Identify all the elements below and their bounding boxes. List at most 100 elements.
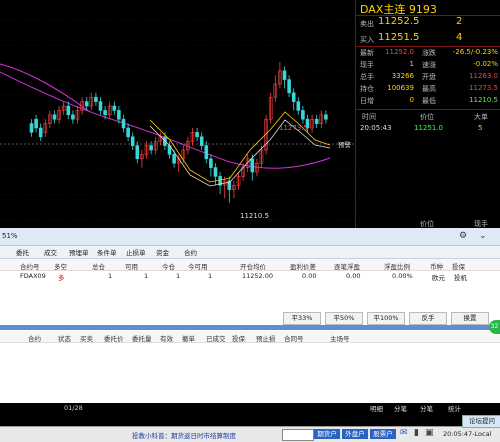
column-header: 可用 [125,263,138,271]
candle-body [250,158,255,173]
tab-contracts[interactable]: 合约 [184,247,197,257]
stats-row: 总手 33266 开盘 11263.0 [356,72,500,83]
foreign-account-button[interactable]: 外盘户 [342,429,368,439]
tick-volume: 5 [478,124,483,132]
ticker-text[interactable]: 投教小科普：期货返日时市结算制度 [132,430,236,440]
tab-conditional[interactable]: 条件单 [97,247,117,257]
buy-price[interactable]: 11251.5 [378,32,419,43]
tab-stoploss[interactable]: 止损单 [126,247,146,257]
stat-label: 最高 [422,85,436,93]
column-header: 委托量 [132,335,152,343]
swap-button[interactable]: 换置 [451,312,489,325]
cell-total: 1 [108,272,113,280]
cell-direction: 多 [58,274,65,282]
clock-text: 20:05:47-Local [443,430,492,438]
tab-bar: 委托 成交 预埋单 条件单 止损单 资金 合约 [0,246,500,259]
stats-row: 现手 1 速涨 -0.02% [356,60,500,71]
monitor-icon: ▣ [425,428,434,438]
divider [356,46,500,47]
candlestick-chart[interactable]: 11273.5 11210.5 预警 [0,0,355,228]
trading-panel: 51% ⚙ ⌄ 委托 成交 预埋单 条件单 止损单 资金 合约 合约号 多空 总… [0,228,500,403]
candle-body [287,79,291,94]
candle-body [149,145,153,151]
candle-body [204,145,209,160]
quick-input[interactable] [282,429,314,441]
column-header: 开仓均价 [240,263,266,271]
positions-header: 合约号 多空 总仓 可用 今仓 今可用 开仓均价 盈利价差 逐笔浮盈 浮盈比例 … [0,259,500,271]
tab-detail[interactable]: 明细 [370,403,383,413]
column-header: 总仓 [92,263,105,271]
tab-orders[interactable]: 委托 [16,247,29,257]
orders-header: 合约 状态 买卖 委托价 委托量 有效 撤单 已成交 投保 预止损 合同号 主场… [0,331,500,343]
stat-value: 11210.5 [469,96,498,104]
candle-body [29,123,34,133]
stats-row: 日增 0 最低 11210.5 [356,96,500,107]
signal-icon: ▮ [414,428,419,438]
sell-price[interactable]: 11252.5 [378,16,419,27]
collapse-icon[interactable]: ⌄ [479,231,487,241]
stat-label: 涨跌 [422,49,436,57]
tab-stats[interactable]: 统计 [448,403,461,413]
candle-body [172,154,176,164]
stat-label: 开盘 [422,73,436,81]
buy-qty: 4 [456,32,463,43]
gear-icon[interactable]: ⚙ [459,231,467,241]
low-price-label: 11210.5 [240,212,269,220]
cell-currency: 欧元 [432,274,445,282]
chart-canvas [0,19,355,221]
stats-row: 持仓 100639 最高 11273.5 [356,84,500,95]
candle-body [135,145,140,160]
cell-contract: FDAX09 [20,272,46,280]
tick-header-time: 时间 [362,113,376,121]
tab-funds[interactable]: 资金 [156,247,169,257]
stat-value: -0.02% [473,60,498,68]
splitter[interactable] [0,325,500,330]
mail-icon[interactable]: ✉ [400,428,408,438]
tab-preorders[interactable]: 预埋单 [69,247,89,257]
candle-body [66,105,71,116]
sell-qty: 2 [456,16,463,27]
tab-trades[interactable]: 成交 [44,247,57,257]
column-header: 浮盈比例 [384,263,410,271]
stat-value: 11273.5 [469,84,498,92]
candle-body [199,136,204,146]
futures-account-button[interactable]: 期货户 [314,429,340,439]
close-100-button[interactable]: 平100% [367,312,405,325]
candle-body [98,101,103,111]
column-header: 今可用 [188,263,208,271]
candle-body [195,132,199,138]
candle-body [301,110,305,120]
stat-label: 现手 [360,61,374,69]
stat-value: 0 [409,96,414,104]
candle-body [38,127,43,138]
candle-body [130,136,135,146]
candle-body [314,118,319,124]
sell-label: 卖出 [360,20,374,28]
tick-header-volume: 大单 [474,113,488,121]
forum-button[interactable]: 论坛提问 [462,415,500,428]
stat-label: 总手 [360,73,374,81]
column-header: 今仓 [162,263,175,271]
table-row[interactable]: FDAX09 多 1 1 1 1 11252.00 0.00 0.00 0.00… [0,271,500,282]
side-badge[interactable]: 32 [489,320,500,334]
panel-percent: 51% [2,232,18,240]
buy-label: 买入 [360,36,374,44]
stock-account-button[interactable]: 股票户 [370,429,396,439]
stat-label: 日增 [360,97,374,105]
stat-value: -26.5/-0.23% [452,48,498,56]
tab-ticks[interactable]: 分笔 [394,403,407,413]
stat-value: 1 [409,60,414,68]
tick-header-price: 价位 [420,113,434,121]
candle-body [103,110,107,116]
quote-panel: DAX主连 9193 卖出 11252.5 2 买入 11251.5 4 最新 … [355,0,500,228]
column-header: 主场号 [330,335,350,343]
cell-profit-ratio: 0.00% [392,272,413,280]
cell-avg-price: 11252.00 [242,272,274,280]
column-header: 合约号 [20,263,40,271]
divider [356,109,500,110]
close-33-button[interactable]: 平33% [283,312,321,325]
close-50-button[interactable]: 平50% [325,312,363,325]
candle-body [209,158,213,168]
tab-ticks-2[interactable]: 分笔 [420,403,433,413]
reverse-button[interactable]: 反手 [409,312,447,325]
